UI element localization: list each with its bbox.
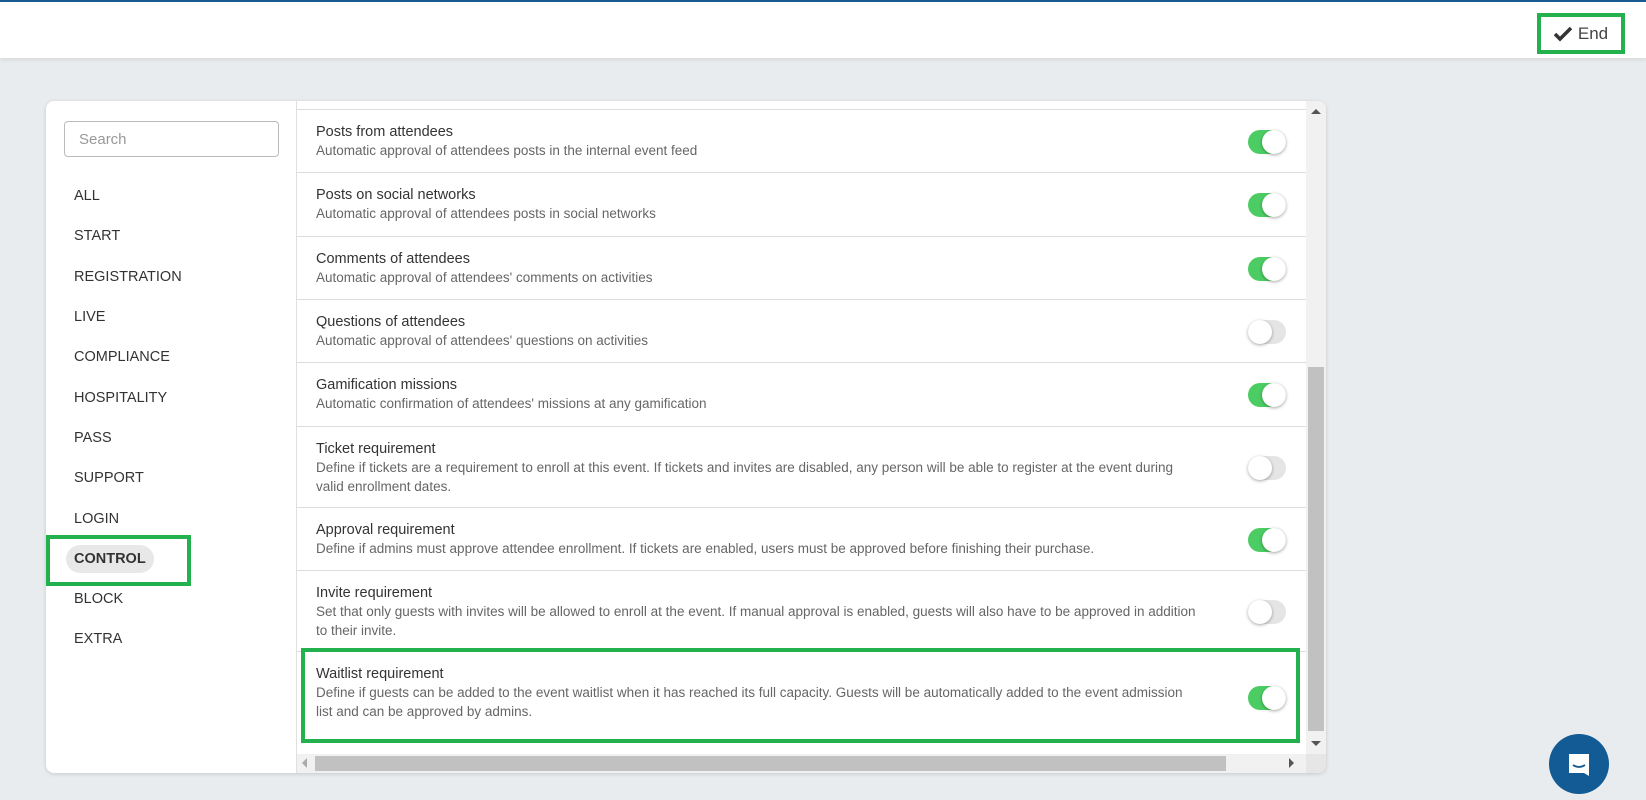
- setting-title: Posts on social networks: [316, 187, 476, 203]
- toggle-knob: [1262, 256, 1286, 281]
- toggle-knob: [1248, 599, 1272, 624]
- setting-row: Invite requirement Set that only guests …: [297, 570, 1306, 651]
- setting-row: Ticket requirement Define if tickets are…: [297, 426, 1306, 507]
- setting-title: Comments of attendees: [316, 251, 470, 267]
- end-button[interactable]: End: [1537, 13, 1625, 54]
- setting-description: Automatic approval of attendees' questio…: [316, 333, 649, 348]
- toggle-knob: [1262, 129, 1286, 154]
- sidebar-item-live[interactable]: LIVE: [46, 297, 296, 337]
- check-icon: [1553, 26, 1572, 41]
- setting-title: Posts from attendees: [316, 124, 454, 140]
- setting-toggle[interactable]: [1248, 383, 1286, 407]
- sidebar-item-label: COMPLIANCE: [74, 349, 170, 366]
- setting-title: Approval requirement: [316, 522, 455, 538]
- scrollbar-corner: [1306, 754, 1326, 773]
- toggle-knob: [1248, 319, 1272, 344]
- setting-description: Automatic confirmation of attendees' mis…: [316, 396, 707, 411]
- scroll-down-arrow[interactable]: [1311, 741, 1321, 751]
- end-label: End: [1577, 23, 1609, 43]
- setting-row: Gamification missions Automatic confirma…: [297, 362, 1306, 426]
- chat-button[interactable]: [1549, 734, 1609, 794]
- sidebar-item-extra[interactable]: EXTRA: [46, 619, 296, 659]
- sidebar-item-label: SUPPORT: [74, 470, 144, 487]
- sidebar-item-label: EXTRA: [74, 631, 123, 648]
- setting-toggle[interactable]: [1248, 129, 1286, 154]
- sidebar-item-pass[interactable]: PASS: [46, 418, 296, 458]
- sidebar-item-support[interactable]: SUPPORT: [46, 458, 296, 498]
- setting-toggle[interactable]: [1248, 455, 1286, 480]
- sidebar-item-label: LIVE: [74, 309, 106, 326]
- horizontal-scrollbar[interactable]: [297, 754, 1306, 773]
- setting-title: Ticket requirement: [316, 441, 436, 457]
- scroll-right-arrow[interactable]: [1289, 758, 1299, 768]
- horizontal-scroll-thumb[interactable]: [315, 756, 1226, 771]
- toggle-knob: [1262, 383, 1286, 407]
- sidebar-item-label: LOGIN: [74, 510, 120, 527]
- setting-description: Set that only guests with invites will b…: [316, 604, 1196, 638]
- setting-title: Gamification missions: [316, 377, 458, 393]
- sidebar-item-label: HOSPITALITY: [74, 389, 168, 406]
- vertical-scroll-thumb[interactable]: [1308, 367, 1324, 731]
- setting-row: Questions of attendees Automatic approva…: [297, 299, 1306, 362]
- setting-toggle[interactable]: [1248, 256, 1286, 281]
- toggle-knob: [1262, 527, 1286, 552]
- control-highlight: [46, 535, 191, 586]
- setting-title: Questions of attendees: [316, 314, 466, 330]
- setting-row: Comments of attendees Automatic approval…: [297, 236, 1306, 299]
- waitlist-highlight: [301, 648, 1300, 743]
- scroll-up-arrow[interactable]: [1311, 104, 1321, 114]
- sidebar-item-label: BLOCK: [74, 591, 124, 608]
- chat-icon: [1569, 754, 1589, 776]
- setting-toggle[interactable]: [1248, 193, 1286, 217]
- setting-toggle[interactable]: [1248, 599, 1286, 624]
- sidebar-item-login[interactable]: LOGIN: [46, 498, 296, 538]
- setting-title: Invite requirement: [316, 585, 433, 601]
- sidebar-item-label: PASS: [74, 429, 112, 446]
- toggle-knob: [1262, 193, 1286, 217]
- sidebar-item-label: START: [74, 228, 121, 245]
- sidebar-item-label: REGISTRATION: [74, 268, 182, 285]
- search-input[interactable]: [64, 121, 279, 157]
- setting-toggle[interactable]: [1248, 527, 1286, 552]
- setting-description: Define if tickets are a requirement to e…: [316, 460, 1173, 494]
- sidebar: ALL START REGISTRATION LIVE COMPLIANCE HOSPIT…: [46, 101, 297, 773]
- sidebar-item-registration[interactable]: REGISTRATION: [46, 257, 296, 297]
- sidebar-item-start[interactable]: START: [46, 216, 296, 256]
- setting-row: Posts on social networks Automatic appro…: [297, 172, 1306, 236]
- toggle-knob: [1248, 455, 1272, 480]
- setting-description: Automatic approval of attendees' comment…: [316, 270, 653, 285]
- sidebar-nav: ALL START REGISTRATION LIVE COMPLIANCE HOSPIT…: [46, 176, 296, 660]
- setting-toggle[interactable]: [1248, 319, 1286, 344]
- setting-description: Define if admins must approve attendee e…: [316, 541, 1095, 556]
- sidebar-item-hospitality[interactable]: HOSPITALITY: [46, 377, 296, 417]
- setting-description: Automatic approval of attendees posts in…: [316, 143, 698, 158]
- vertical-scrollbar[interactable]: [1306, 101, 1326, 754]
- setting-row: Posts from attendees Automatic approval …: [297, 109, 1306, 172]
- sidebar-item-label: ALL: [74, 188, 100, 205]
- sidebar-item-all[interactable]: ALL: [46, 176, 296, 216]
- top-bar: End: [0, 0, 1646, 58]
- setting-description: Automatic approval of attendees posts in…: [316, 206, 656, 221]
- scroll-left-arrow[interactable]: [297, 758, 307, 768]
- sidebar-item-compliance[interactable]: COMPLIANCE: [46, 337, 296, 377]
- setting-row: Approval requirement Define if admins mu…: [297, 507, 1306, 570]
